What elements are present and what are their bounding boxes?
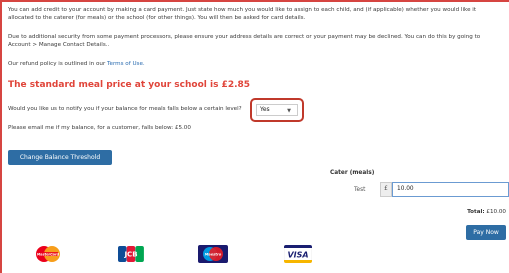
maestro-wordmark: Maestro <box>205 253 222 257</box>
jcb-logo: JCB <box>118 245 144 263</box>
pay-now-button[interactable]: Pay Now <box>466 225 506 240</box>
visa-wordmark: VISA <box>287 251 308 260</box>
security-text-line1: Due to additional security from some pay… <box>8 34 481 40</box>
currency-addon: £ <box>380 182 392 197</box>
mastercard-wordmark: MasterCard <box>37 253 60 257</box>
notify-select-value: Yes <box>260 106 270 113</box>
mastercard-logo: MasterCard <box>34 245 62 263</box>
total-value: £10.00 <box>486 209 506 215</box>
refund-policy-prefix: Our refund policy is outlined in our <box>8 61 108 67</box>
terms-of-use-link[interactable]: Terms of Use. <box>107 61 145 67</box>
refund-policy-text: Our refund policy is outlined in our Ter… <box>8 60 145 68</box>
chevron-down-icon: ▼ <box>287 108 291 114</box>
cater-column-header: Cater (meals) <box>330 170 375 176</box>
intro-text-line1: You can add credit to your account by ma… <box>8 7 477 13</box>
email-threshold-text: Please email me if my balance, for a cus… <box>8 125 191 131</box>
maestro-logo: Maestro <box>198 245 228 263</box>
notify-select[interactable]: Yes ▼ <box>256 104 298 116</box>
total-label: Total: <box>467 209 485 215</box>
jcb-wordmark: JCB <box>123 251 137 259</box>
change-balance-threshold-button[interactable]: Change Balance Threshold <box>8 150 112 165</box>
child-name-label: Test <box>354 187 366 193</box>
security-text-line2: Account > Manage Contact Details.. <box>8 42 110 48</box>
visa-logo: VISA <box>284 245 312 263</box>
meal-price-heading: The standard meal price at your school i… <box>8 80 251 90</box>
notify-label: Would you like us to notify you if your … <box>8 106 242 112</box>
intro-text-line2: allocated to the caterer (for meals) or … <box>8 15 306 21</box>
amount-input[interactable]: 10.00 <box>392 182 509 197</box>
notify-select-highlight: Yes ▼ <box>250 98 304 122</box>
total-line: Total: £10.00 <box>400 209 506 215</box>
